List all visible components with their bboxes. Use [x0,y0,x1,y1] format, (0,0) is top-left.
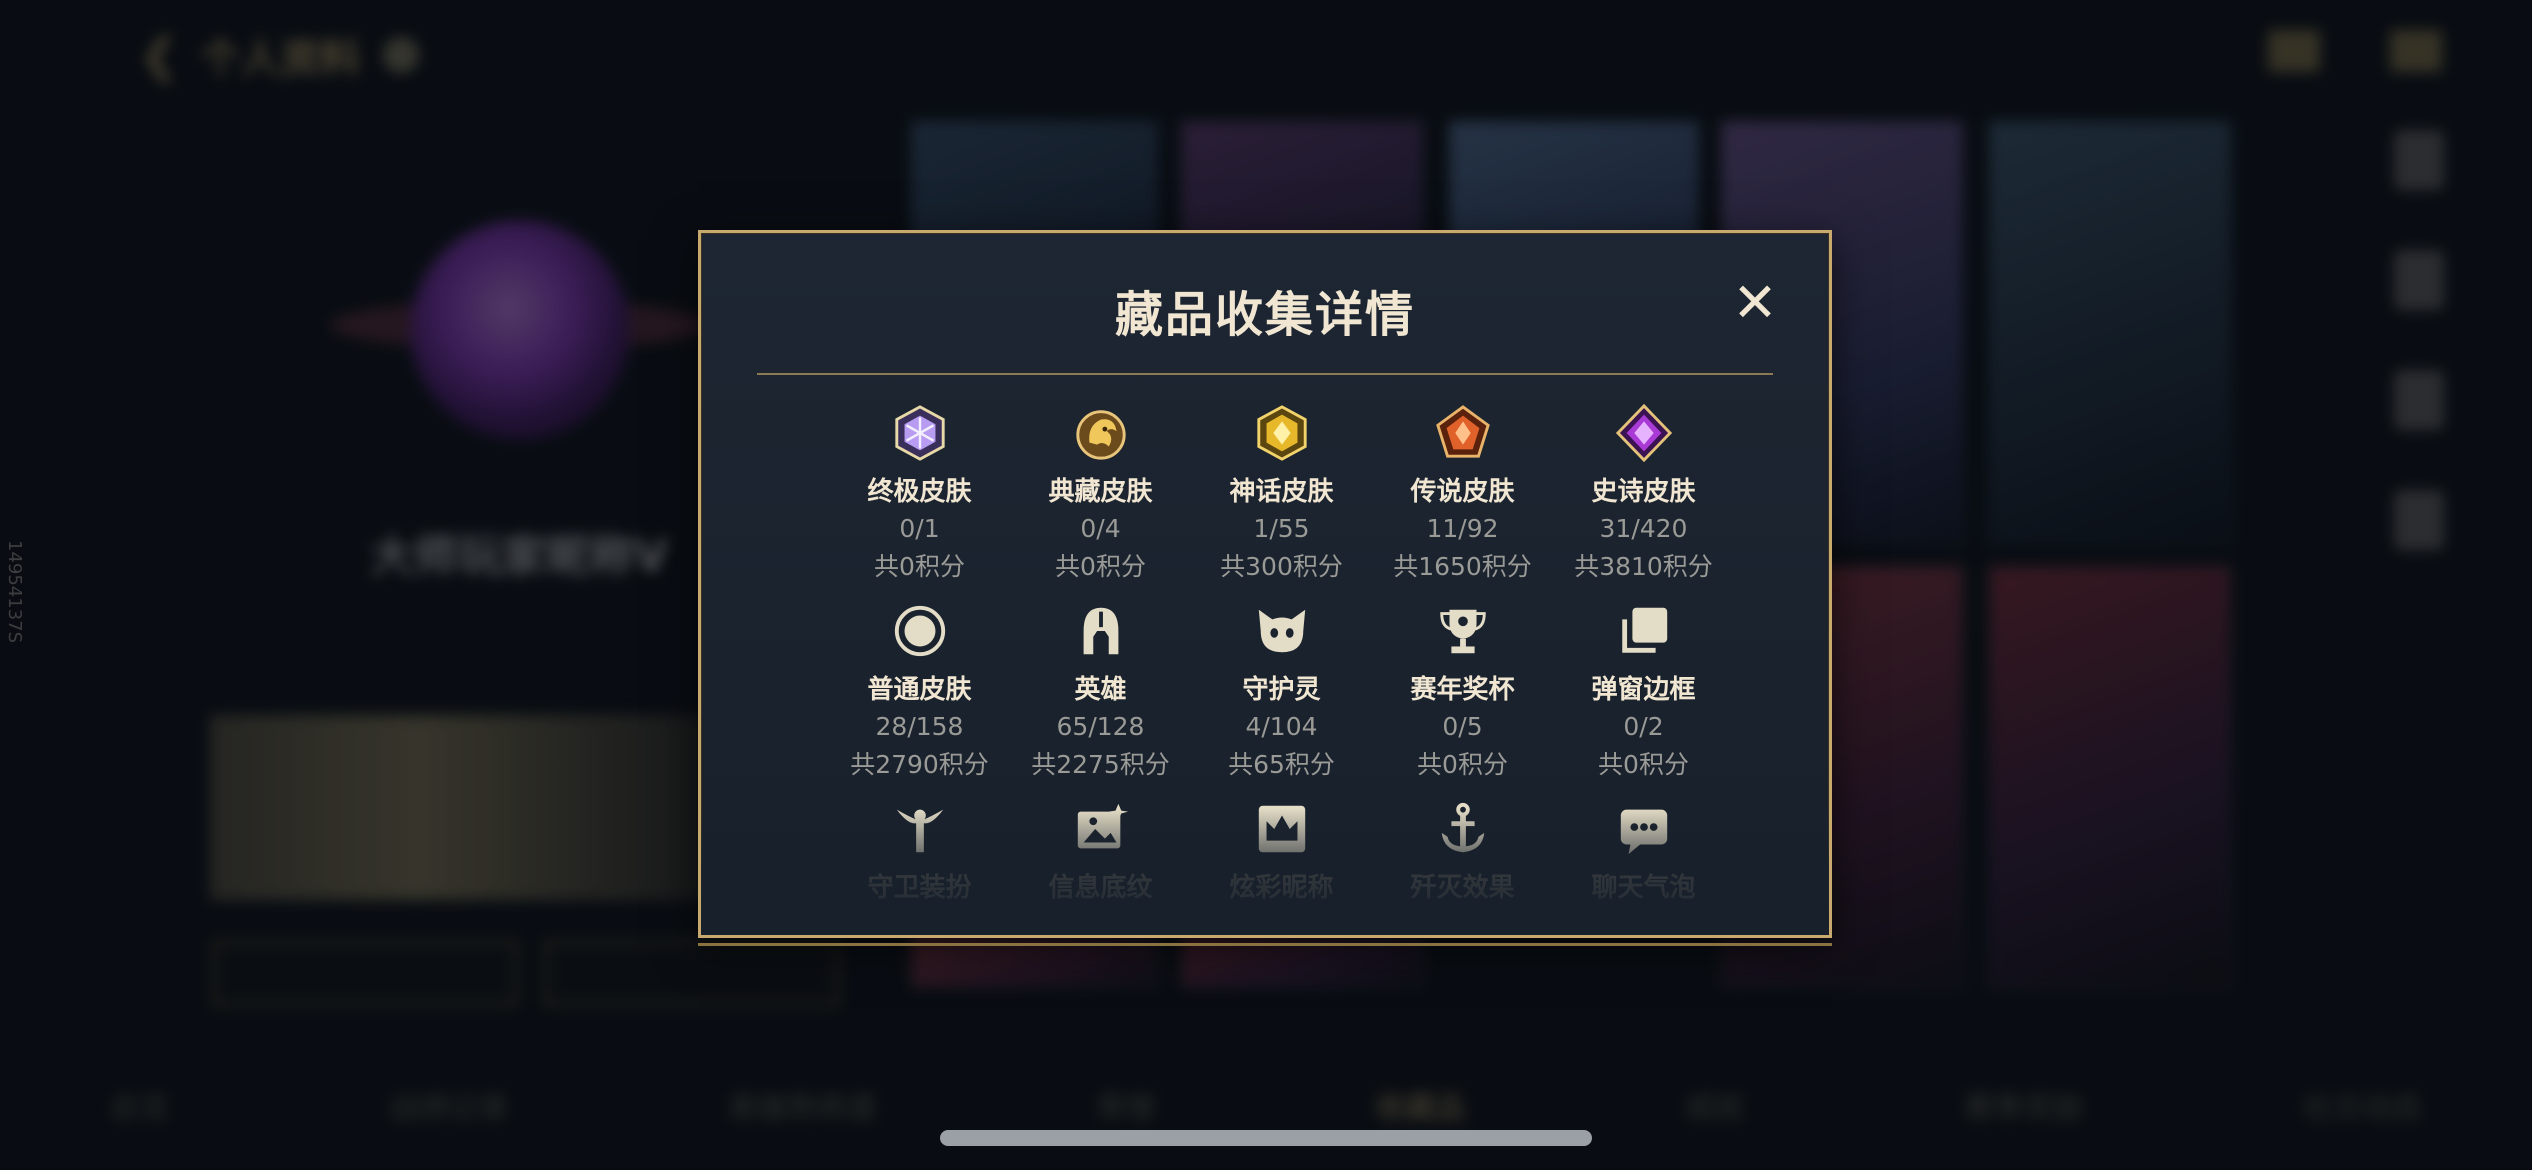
item-name: 聊天气泡 [1591,873,1696,903]
anchor-effect-icon [1433,799,1493,859]
item-count: 4/104 [1245,712,1318,741]
ultimate-skin-icon [890,403,950,463]
item-points: 共3810积分 [1574,552,1713,581]
item-count: 65/128 [1056,712,1145,741]
collection-item-mythic-skin[interactable]: 神话皮肤 1/55 共300积分 [1191,403,1372,583]
prestige-skin-icon [1071,403,1131,463]
standard-skin-icon [890,601,950,661]
collection-item-chat-bubble[interactable]: 聊天气泡 [1553,799,1734,904]
item-name: 传说皮肤 [1410,477,1515,507]
collection-item-legendary-skin[interactable]: 传说皮肤 11/92 共1650积分 [1372,403,1553,583]
collection-item-trophy[interactable]: 赛年奖杯 0/5 共0积分 [1372,601,1553,781]
title-divider [757,373,1773,375]
item-points: 共0积分 [1598,750,1689,779]
item-name: 终极皮肤 [867,477,972,507]
item-points: 共0积分 [1417,750,1508,779]
chat-bubble-icon [1614,799,1674,859]
frame-icon [1614,601,1674,661]
collection-item-banner[interactable]: 信息底纹 [1010,799,1191,904]
item-name: 神话皮肤 [1229,477,1334,507]
collection-item-prestige-skin[interactable]: 典藏皮肤 0/4 共0积分 [1010,403,1191,583]
collection-details-modal: 藏品收集详情 ✕ 终极皮肤 0/1 共0积分 典藏皮肤 0/4 共0积分 神话皮… [698,230,1832,938]
modal-bottom-border [698,936,1832,946]
item-name: 信息底纹 [1048,873,1153,903]
item-points: 共0积分 [1055,552,1146,581]
item-name: 守卫装扮 [867,873,972,903]
item-points: 共2275积分 [1031,750,1170,779]
collection-grid: 终极皮肤 0/1 共0积分 典藏皮肤 0/4 共0积分 神话皮肤 1/55 共3… [829,403,1735,904]
item-count: 0/1 [899,514,940,543]
item-name: 普通皮肤 [867,675,972,705]
item-points: 共300积分 [1220,552,1343,581]
collection-item-ultimate-skin[interactable]: 终极皮肤 0/1 共0积分 [829,403,1010,583]
item-name: 史诗皮肤 [1591,477,1696,507]
item-points: 共65积分 [1228,750,1335,779]
item-name: 守护灵 [1242,675,1321,705]
item-points: 共2790积分 [850,750,989,779]
collection-item-ace-effect[interactable]: 歼灭效果 [1372,799,1553,904]
item-name: 赛年奖杯 [1410,675,1515,705]
collection-item-ward-skin[interactable]: 守卫装扮 [829,799,1010,904]
item-points: 共1650积分 [1393,552,1532,581]
item-count: 0/5 [1442,712,1483,741]
item-count: 31/420 [1599,514,1688,543]
legendary-skin-icon [1433,403,1493,463]
item-name: 典藏皮肤 [1048,477,1153,507]
crown-name-icon [1252,799,1312,859]
collection-item-pet[interactable]: 守护灵 4/104 共65积分 [1191,601,1372,781]
item-name: 炫彩昵称 [1229,873,1334,903]
item-name: 英雄 [1074,675,1127,705]
item-count: 0/2 [1623,712,1664,741]
item-name: 弹窗边框 [1591,675,1696,705]
collection-item-epic-skin[interactable]: 史诗皮肤 31/420 共3810积分 [1553,403,1734,583]
mythic-skin-icon [1252,403,1312,463]
item-count: 28/158 [875,712,964,741]
item-count: 0/4 [1080,514,1121,543]
item-count: 1/55 [1253,514,1310,543]
close-icon[interactable]: ✕ [1729,276,1781,330]
item-points: 共0积分 [874,552,965,581]
ward-skin-icon [890,799,950,859]
pet-icon [1252,601,1312,661]
trophy-icon [1433,601,1493,661]
item-name: 歼灭效果 [1410,873,1515,903]
banner-icon [1071,799,1131,859]
collection-item-champion[interactable]: 英雄 65/128 共2275积分 [1010,601,1191,781]
home-indicator[interactable] [940,1130,1592,1146]
collection-item-name-color[interactable]: 炫彩昵称 [1191,799,1372,904]
item-count: 11/92 [1426,514,1499,543]
modal-title: 藏品收集详情 [1114,287,1415,343]
collection-item-frame[interactable]: 弹窗边框 0/2 共0积分 [1553,601,1734,781]
champion-helmet-icon [1071,601,1131,661]
epic-skin-icon [1614,403,1674,463]
collection-item-standard-skin[interactable]: 普通皮肤 28/158 共2790积分 [829,601,1010,781]
